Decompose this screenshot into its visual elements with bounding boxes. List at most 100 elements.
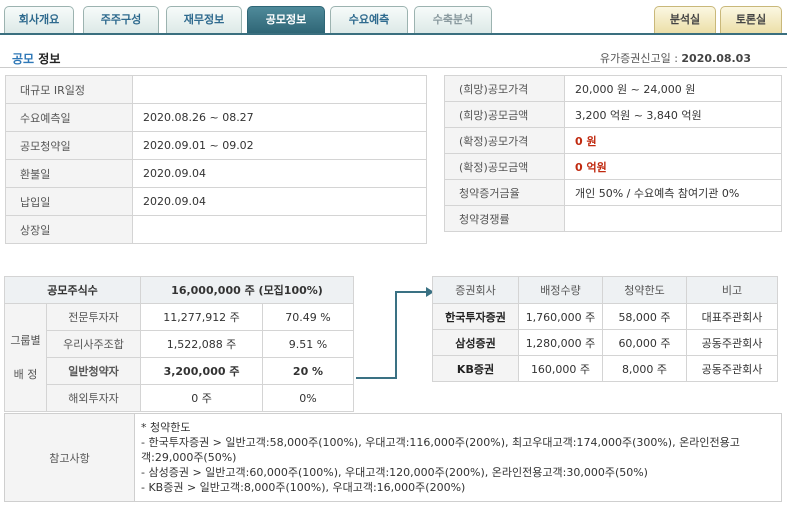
section-header: 공모 정보 유가증권신고일 : 2020.08.03	[0, 46, 787, 66]
pricing-label: 청약증거금율	[444, 179, 565, 206]
column-header: 청약한도	[602, 276, 687, 304]
underwriter-name: KB증권	[432, 355, 519, 382]
table-row: 삼성증권 1,280,000 주 60,000 주 공동주관회사	[432, 329, 778, 356]
table-row: 참고사항 * 청약한도 - 한국투자증권 > 일반고객:58,000주(100%…	[4, 413, 782, 502]
pricing-label: (희망)공모금액	[444, 101, 565, 128]
table-row: 청약경쟁률	[444, 205, 782, 232]
pricing-value: 20,000 원 ~ 24,000 원	[564, 75, 782, 102]
schedule-value	[132, 215, 427, 244]
pricing-value: 개인 50% / 수요예측 참여기관 0%	[564, 179, 782, 206]
pricing-label: (희망)공모가격	[444, 75, 565, 102]
table-row: 해외투자자 0 주 0%	[5, 384, 354, 412]
table-row: 일반청약자 3,200,000 주 20 %	[5, 357, 354, 385]
note-line: - 한국투자증권 > 일반고객:58,000주(100%), 우대고객:116,…	[141, 436, 740, 464]
notes-label: 참고사항	[4, 413, 135, 502]
schedule-label: 수요예측일	[5, 103, 133, 132]
table-row: (희망)공모금액 3,200 억원 ~ 3,840 억원	[444, 101, 782, 128]
underwriter-note: 공동주관회사	[686, 355, 778, 382]
allocated-qty: 1,522,088 주	[140, 330, 264, 358]
allocated-qty: 11,277,912 주	[140, 303, 264, 331]
notes-content: * 청약한도 - 한국투자증권 > 일반고객:58,000주(100%), 우대…	[134, 413, 782, 502]
pricing-label: 청약경쟁률	[444, 205, 565, 232]
allocated-pct: 70.49 %	[262, 303, 354, 331]
tab-supply-analysis[interactable]: 수축분석	[414, 6, 492, 33]
top-tab-bar: 회사개요 주주구성 재무정보 공모정보 수요예측 수축분석 분석실 토론실	[4, 6, 783, 34]
schedule-label: 환불일	[5, 159, 133, 188]
pricing-table: (희망)공모가격 20,000 원 ~ 24,000 원 (희망)공모금액 3,20…	[444, 75, 782, 232]
underwriter-qty: 1,280,000 주	[518, 329, 603, 356]
tab-ipo-info[interactable]: 공모정보	[247, 6, 325, 33]
page-title: 공모 정보	[12, 50, 60, 67]
tab-divider	[0, 33, 787, 35]
pricing-value: 0 원	[564, 127, 782, 154]
table-row: (확정)공모가격 0 원	[444, 127, 782, 154]
allocated-qty: 3,200,000 주	[140, 357, 264, 385]
schedule-value: 2020.09.04	[132, 187, 427, 216]
filing-date-label: 유가증권신고일 :	[599, 52, 678, 65]
underwriter-note: 공동주관회사	[686, 329, 778, 356]
pricing-label: (확정)공모금액	[444, 153, 565, 180]
investor-type: 우리사주조합	[45, 330, 142, 358]
connector-arrow-icon	[356, 287, 434, 379]
underwriter-limit: 58,000 주	[602, 303, 687, 330]
allocated-qty: 0 주	[140, 384, 264, 412]
notes-table: 참고사항 * 청약한도 - 한국투자증권 > 일반고객:58,000주(100%…	[4, 413, 782, 502]
underwriter-name: 한국투자증권	[432, 303, 519, 330]
tab-analysis-room[interactable]: 분석실	[654, 6, 716, 33]
table-row: 그룹별 배 정 전문투자자 11,277,912 주 70.49 %	[4, 303, 354, 412]
schedule-label: 대규모 IR일정	[5, 75, 133, 104]
column-header: 배정수량	[518, 276, 603, 304]
underwriter-limit: 60,000 주	[602, 329, 687, 356]
tab-financials[interactable]: 재무정보	[166, 6, 242, 33]
pricing-value: 0 억원	[564, 153, 782, 180]
note-line: - 삼성증권 > 일반고객:60,000주(100%), 우대고객:120,00…	[141, 466, 648, 479]
underwriter-limit: 8,000 주	[602, 355, 687, 382]
investor-type: 전문투자자	[45, 303, 142, 331]
table-row: 대규모 IR일정	[5, 75, 427, 104]
schedule-value	[132, 75, 427, 104]
investor-type: 일반청약자	[45, 357, 142, 385]
page-title-suffix: 정보	[38, 52, 61, 66]
pricing-value: 3,200 억원 ~ 3,840 억원	[564, 101, 782, 128]
shares-allocation-table: 공모주식수 16,000,000 주 (모집100%) 그룹별 배 정 전문투자…	[3, 276, 354, 412]
table-row: 우리사주조합 1,522,088 주 9.51 %	[5, 330, 354, 358]
table-header-row: 증권회사 배정수량 청약한도 비고	[432, 276, 778, 304]
underwriter-qty: 160,000 주	[518, 355, 603, 382]
column-header: 증권회사	[432, 276, 519, 304]
table-row: 청약증거금율 개인 50% / 수요예측 참여기관 0%	[444, 179, 782, 206]
underwriter-name: 삼성증권	[432, 329, 519, 356]
schedule-value: 2020.09.04	[132, 159, 427, 188]
tab-demand-forecast[interactable]: 수요예측	[330, 6, 408, 33]
filing-date: 유가증권신고일 : 2020.08.03	[600, 50, 751, 66]
note-line: - KB증권 > 일반고객:8,000주(100%), 우대고객:16,000주…	[141, 481, 466, 494]
group-allocation-label: 그룹별 배 정	[4, 303, 47, 412]
table-row: 환불일 2020.09.04	[5, 159, 427, 188]
column-header: 비고	[686, 276, 778, 304]
investor-type: 해외투자자	[45, 384, 142, 412]
total-shares-value: 16,000,000 주 (모집100%)	[140, 276, 354, 304]
tab-discussion-room[interactable]: 토론실	[720, 6, 782, 33]
schedule-label: 납입일	[5, 187, 133, 216]
filing-date-value: 2020.08.03	[681, 52, 751, 65]
table-row: 납입일 2020.09.04	[5, 187, 427, 216]
tab-shareholders[interactable]: 주주구성	[83, 6, 159, 33]
underwriter-note: 대표주관회사	[686, 303, 778, 330]
table-row: 공모청약일 2020.09.01 ~ 09.02	[5, 131, 427, 160]
allocated-pct: 0%	[262, 384, 354, 412]
schedule-label: 상장일	[5, 215, 133, 244]
note-line: * 청약한도	[141, 421, 191, 434]
tab-company-overview[interactable]: 회사개요	[4, 6, 74, 33]
allocated-pct: 20 %	[262, 357, 354, 385]
table-row: 한국투자증권 1,760,000 주 58,000 주 대표주관회사	[432, 303, 778, 330]
table-row: KB증권 160,000 주 8,000 주 공동주관회사	[432, 355, 778, 382]
page-title-prefix: 공모	[12, 52, 35, 66]
allocated-pct: 9.51 %	[262, 330, 354, 358]
schedule-table: 대규모 IR일정 수요예측일 2020.08.26 ~ 08.27 공모청약일 20…	[5, 75, 427, 244]
schedule-label: 공모청약일	[5, 131, 133, 160]
table-row: 수요예측일 2020.08.26 ~ 08.27	[5, 103, 427, 132]
header-divider	[0, 67, 787, 68]
table-row: (확정)공모금액 0 억원	[444, 153, 782, 180]
total-shares-label: 공모주식수	[3, 276, 142, 304]
pricing-label: (확정)공모가격	[444, 127, 565, 154]
underwriters-table: 증권회사 배정수량 청약한도 비고 한국투자증권 1,760,000 주 58,…	[432, 276, 778, 382]
